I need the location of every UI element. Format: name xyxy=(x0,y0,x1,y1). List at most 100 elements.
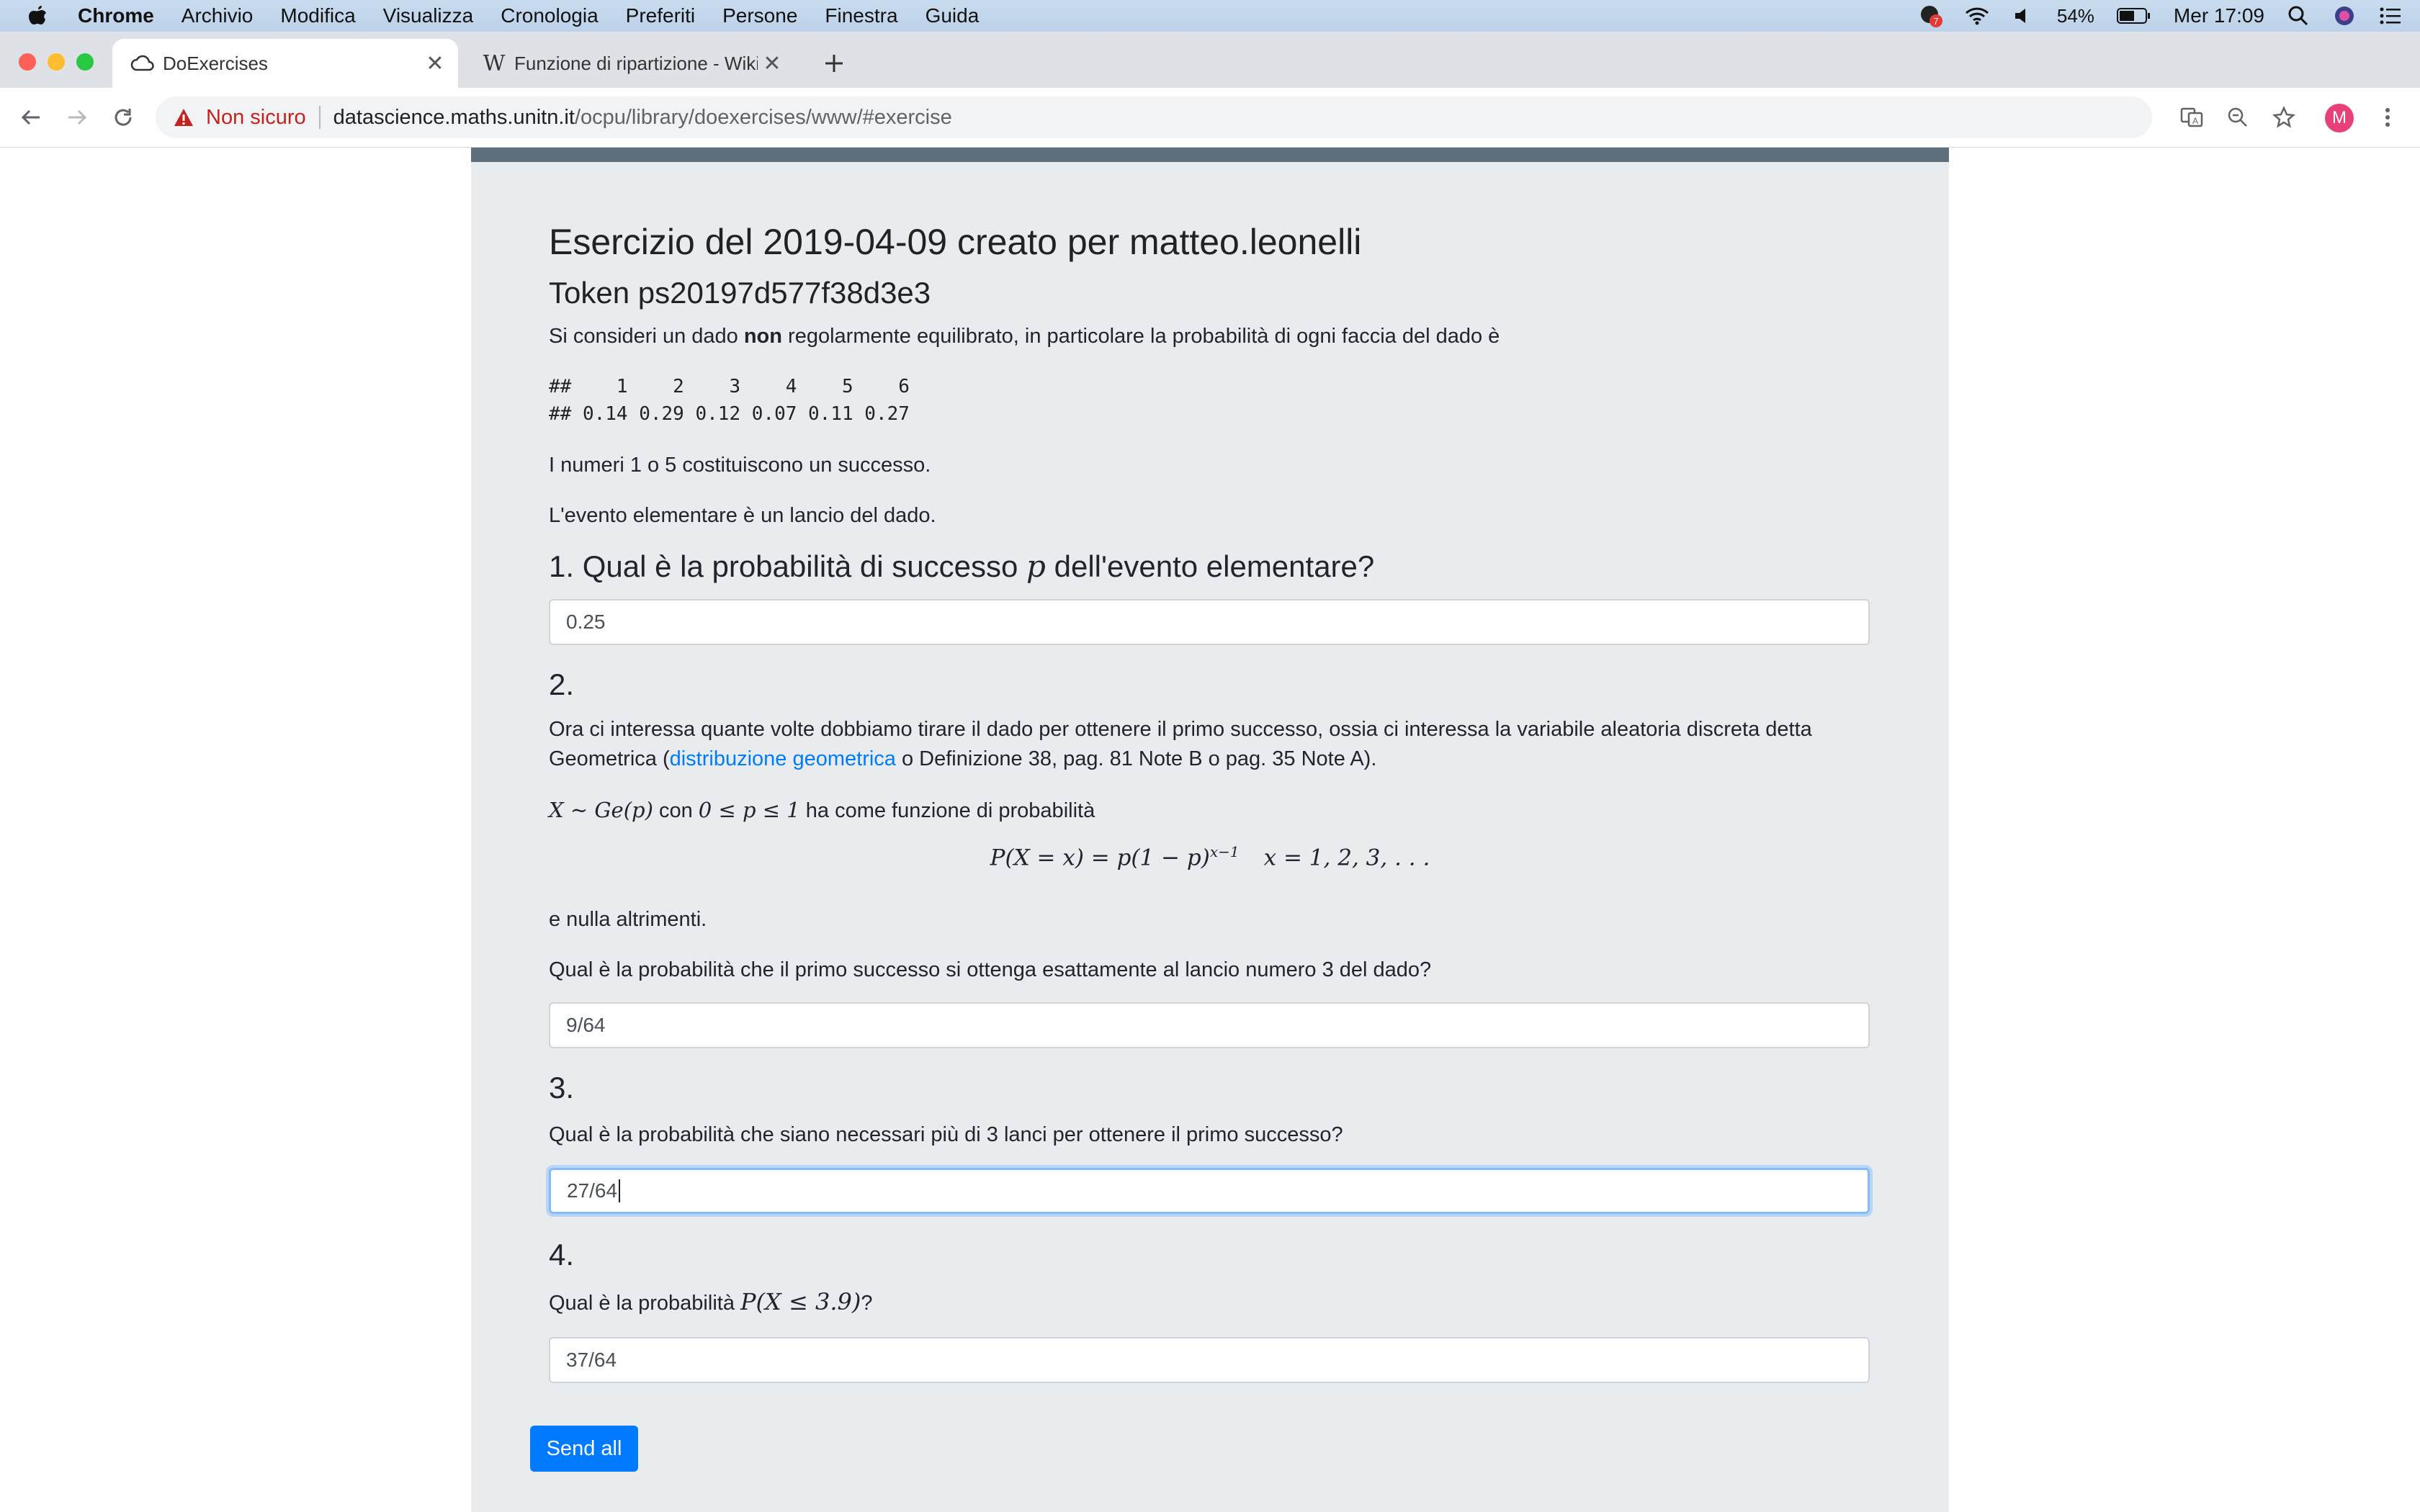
question-3-heading: 3. xyxy=(549,1071,575,1104)
url-host[interactable]: datascience.maths.unitn.it xyxy=(333,106,575,130)
minimize-window-button[interactable] xyxy=(48,53,65,71)
distribution-statement-end: ha come funzione di probabilità xyxy=(799,799,1095,822)
answer-4-input[interactable]: 37/64 xyxy=(549,1337,1870,1383)
menu-cronologia[interactable]: Cronologia xyxy=(501,4,598,27)
menu-finestra[interactable]: Finestra xyxy=(825,4,897,27)
wifi-icon[interactable] xyxy=(1965,5,1989,27)
question-4-text-end: ? xyxy=(861,1292,873,1315)
question-2-heading: 2. xyxy=(549,667,575,701)
tab-title: Funzione di ripartizione - Wikipedia xyxy=(514,52,758,74)
math-variable-p: p xyxy=(1026,549,1046,584)
notification-center-icon[interactable] xyxy=(2378,5,2403,27)
volume-icon[interactable] xyxy=(2011,5,2035,27)
close-window-button[interactable] xyxy=(19,53,36,71)
menu-guida[interactable]: Guida xyxy=(926,4,980,27)
address-bar[interactable]: Non sicuro datascience.maths.unitn.it/oc… xyxy=(156,96,2152,138)
formula-exponent: x−1 xyxy=(1209,843,1240,860)
security-status[interactable]: Non sicuro xyxy=(206,106,306,130)
new-tab-button[interactable] xyxy=(818,48,850,79)
event-definition: L'evento elementare è un lancio del dado… xyxy=(549,504,936,527)
math-cdf-expression: P(X ≤ 3.9) xyxy=(740,1288,861,1315)
menu-persone[interactable]: Persone xyxy=(722,4,797,27)
question-4-text: Qual è la probabilità P(X ≤ 3.9)? xyxy=(549,1287,872,1318)
notification-badge: 7 xyxy=(1933,16,1938,27)
tab-doexercises[interactable]: DoExercises ✕ xyxy=(112,39,458,88)
cloud-icon xyxy=(128,49,157,78)
notification-app-icon[interactable]: 7 xyxy=(1919,5,1943,27)
panel-header-strip xyxy=(471,148,1949,162)
math-distribution: X ∼ Ge(p) xyxy=(549,798,653,822)
question-2-text: Qual è la probabilità che il primo succe… xyxy=(549,958,1432,981)
tab-title: DoExercises xyxy=(163,52,268,74)
battery-icon[interactable] xyxy=(2116,5,2152,27)
exercise-panel: Esercizio del 2019-04-09 creato per matt… xyxy=(471,148,1949,1512)
answer-1-input[interactable]: 0.25 xyxy=(549,599,1870,645)
answer-2-value: 9/64 xyxy=(566,1014,606,1036)
question-3-text: Qual è la probabilità che siano necessar… xyxy=(549,1123,1343,1146)
macos-menu-bar: Chrome Archivio Modifica Visualizza Cron… xyxy=(0,0,2420,32)
menu-preferiti[interactable]: Preferiti xyxy=(626,4,695,27)
menu-app-name[interactable]: Chrome xyxy=(78,4,154,27)
url-path[interactable]: /ocpu/library/doexercises/www/#exercise xyxy=(575,106,952,130)
success-definition: I numeri 1 o 5 costituiscono un successo… xyxy=(549,454,931,477)
omnibox-divider xyxy=(318,106,321,129)
menu-modifica[interactable]: Modifica xyxy=(280,4,355,27)
close-tab-icon[interactable]: ✕ xyxy=(758,49,786,78)
translate-icon[interactable]: A xyxy=(2175,101,2208,134)
distribution-con: con xyxy=(653,799,699,822)
answer-2-input[interactable]: 9/64 xyxy=(549,1002,1870,1048)
back-button[interactable] xyxy=(14,101,48,134)
question-2-line-2-start: Geometrica ( xyxy=(549,747,670,770)
question-2-description: Ora ci interessa quante volte dobbiamo t… xyxy=(549,715,1874,774)
spotlight-search-icon[interactable] xyxy=(2286,5,2311,27)
intro-text-start: Si consideri un dado xyxy=(549,325,744,348)
question-2-description-line-2: Geometrica (distribuzione geometrica o D… xyxy=(549,744,1874,774)
table-header-row: ## 1 2 3 4 5 6 xyxy=(549,376,910,397)
question-4-text-start: Qual è la probabilità xyxy=(549,1292,740,1315)
question-1-heading-start: 1. Qual è la probabilità di successo xyxy=(549,549,1027,583)
wikipedia-icon: W xyxy=(483,50,506,76)
table-values-row: ## 0.14 0.29 0.12 0.07 0.11 0.27 xyxy=(549,403,910,425)
browser-toolbar: Non sicuro datascience.maths.unitn.it/oc… xyxy=(0,88,2420,148)
exercise-token: Token ps20197d577f38d3e3 xyxy=(549,276,931,310)
menu-archivio[interactable]: Archivio xyxy=(182,4,254,27)
text-caret xyxy=(619,1179,621,1202)
close-tab-icon[interactable]: ✕ xyxy=(421,49,449,78)
svg-text:A: A xyxy=(2192,116,2198,126)
answer-3-input[interactable]: 27/64 xyxy=(549,1168,1870,1214)
profile-avatar[interactable]: M xyxy=(2325,104,2354,132)
answer-1-value: 0.25 xyxy=(566,611,606,633)
geometric-distribution-link[interactable]: distribuzione geometrica xyxy=(670,747,896,770)
question-1-heading: 1. Qual è la probabilità di successo p d… xyxy=(549,549,1374,584)
zoom-window-button[interactable] xyxy=(76,53,94,71)
formula-main: P(X = x) = p(1 − p) xyxy=(990,845,1210,871)
formula-domain: x = 1, 2, 3, . . . xyxy=(1263,845,1430,871)
warning-icon[interactable] xyxy=(171,105,196,130)
question-4-heading: 4. xyxy=(549,1238,575,1272)
probability-table: ## 1 2 3 4 5 6 ## 0.14 0.29 0.12 0.07 0.… xyxy=(549,373,910,428)
intro-bold: non xyxy=(743,325,782,348)
apple-menu-icon[interactable] xyxy=(27,4,49,28)
send-all-button[interactable]: Send all xyxy=(530,1426,638,1472)
question-2-description-line-1: Ora ci interessa quante volte dobbiamo t… xyxy=(549,718,1812,741)
intro-text: Si consideri un dado non regolarmente eq… xyxy=(549,322,1500,351)
battery-percent: 54% xyxy=(2056,4,2094,27)
question-1-heading-end: dell'evento elementare? xyxy=(1045,549,1375,583)
bookmark-star-icon[interactable] xyxy=(2267,101,2300,134)
kebab-menu-icon[interactable] xyxy=(2371,101,2404,134)
intro-text-end: regolarmente equilibrato, in particolare… xyxy=(782,325,1500,348)
otherwise-text: e nulla altrimenti. xyxy=(549,908,707,931)
menu-clock[interactable]: Mer 17:09 xyxy=(2174,4,2264,27)
tab-funzione-di-ripartizione[interactable]: W Funzione di ripartizione - Wikipedia ✕ xyxy=(464,39,795,88)
math-parameter-range: 0 ≤ p ≤ 1 xyxy=(698,798,800,822)
siri-icon[interactable] xyxy=(2332,5,2357,27)
answer-4-value: 37/64 xyxy=(566,1349,617,1371)
question-2-line-2-end: o Definizione 38, pag. 81 Note B o pag. … xyxy=(895,747,1377,770)
probability-formula: P(X = x) = p(1 − p)x−1 x = 1, 2, 3, . . . xyxy=(549,843,1871,870)
menu-visualizza[interactable]: Visualizza xyxy=(383,4,474,27)
web-page: Esercizio del 2019-04-09 creato per matt… xyxy=(0,148,2420,1512)
reload-button[interactable] xyxy=(107,101,140,134)
browser-tab-strip: DoExercises ✕ W Funzione di ripartizione… xyxy=(0,32,2420,88)
zoom-icon[interactable] xyxy=(2221,101,2254,134)
forward-button[interactable] xyxy=(60,101,94,134)
